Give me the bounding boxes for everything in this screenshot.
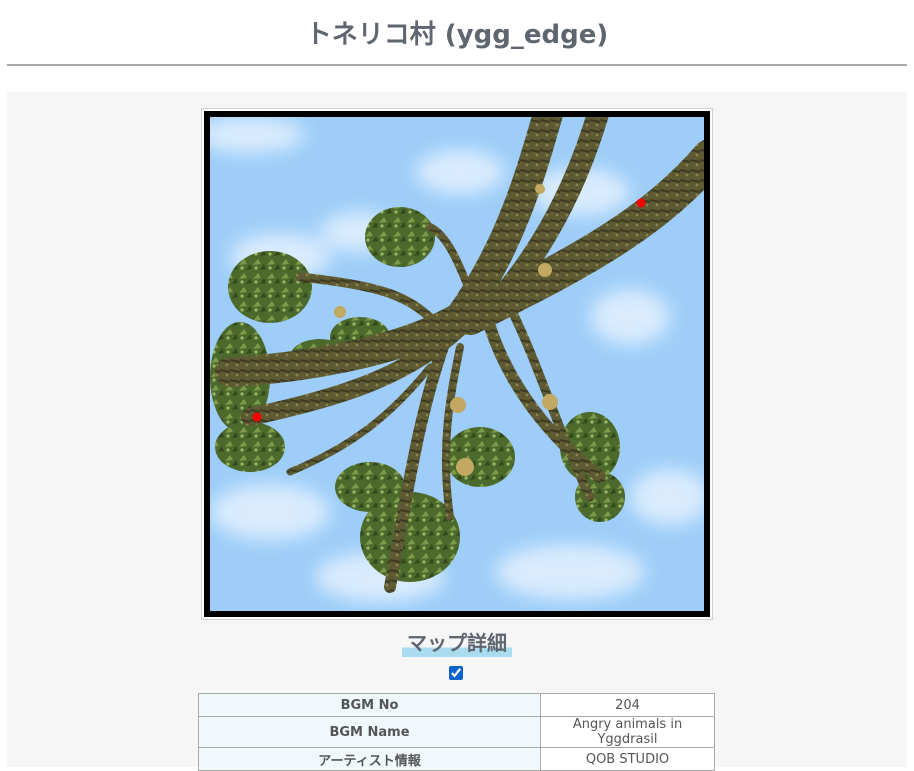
warp-point-east[interactable] bbox=[636, 198, 646, 208]
map-details-heading: マップ詳細 bbox=[7, 627, 907, 657]
table-row: BGM No 204 bbox=[198, 693, 715, 717]
map-details-table: BGM No 204 BGM Name Angry animals in Ygg… bbox=[198, 693, 715, 771]
tree-map-illustration bbox=[210, 117, 704, 611]
title-divider bbox=[7, 64, 907, 66]
bgm-no-value: 204 bbox=[540, 693, 715, 717]
bgm-name-value: Angry animals in Yggdrasil bbox=[540, 716, 715, 748]
details-toggle-checkbox[interactable] bbox=[449, 666, 463, 680]
table-row: アーティスト情報 QOB STUDIO bbox=[198, 747, 715, 771]
map-image-frame bbox=[201, 108, 713, 620]
artist-info-label: アーティスト情報 bbox=[198, 747, 541, 771]
page-title: トネリコ村 (ygg_edge) bbox=[305, 20, 609, 50]
warp-point-west[interactable] bbox=[252, 412, 262, 422]
bgm-no-label: BGM No bbox=[198, 693, 541, 717]
map-details-heading-text: マップ詳細 bbox=[402, 627, 512, 657]
table-row: BGM Name Angry animals in Yggdrasil bbox=[198, 716, 715, 748]
map-panel: マップ詳細 BGM No 204 BGM Name Angry animals … bbox=[7, 92, 907, 771]
map-image[interactable] bbox=[204, 111, 710, 617]
artist-info-value: QOB STUDIO bbox=[540, 747, 715, 771]
bgm-name-label: BGM Name bbox=[198, 716, 541, 748]
